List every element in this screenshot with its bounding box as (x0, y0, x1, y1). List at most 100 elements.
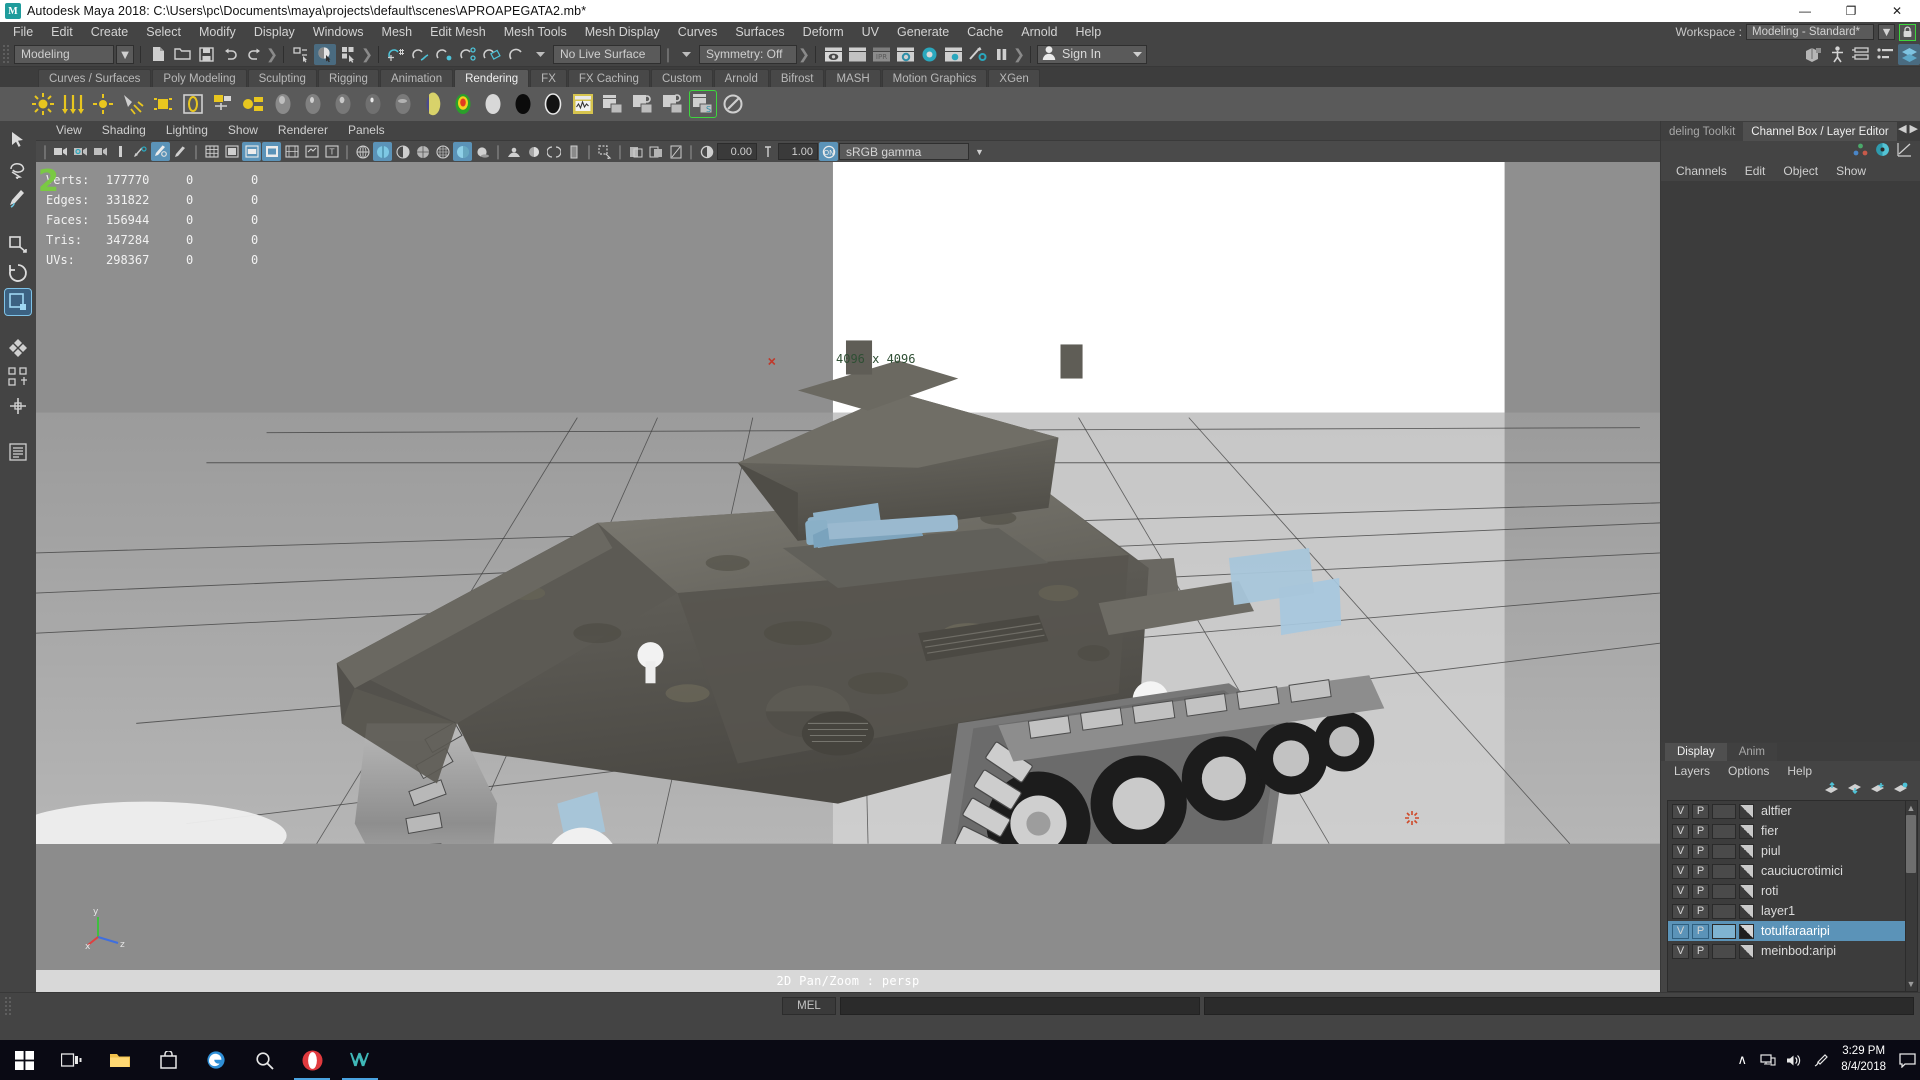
sign-in-button[interactable]: Sign In (1037, 45, 1147, 64)
move-tool-icon[interactable] (5, 231, 31, 257)
opera-icon[interactable] (288, 1040, 336, 1080)
snap-to-grid-icon[interactable] (385, 44, 407, 65)
ipr-render-icon[interactable]: IPR (870, 44, 892, 65)
grease-pencil-icon[interactable] (151, 142, 170, 161)
layer-playback-toggle[interactable]: P (1692, 824, 1709, 839)
shelf-tab-sculpting[interactable]: Sculpting (248, 69, 317, 87)
move-layer-up-icon[interactable] (1824, 782, 1839, 797)
grid-display-icon[interactable] (202, 142, 221, 161)
minimize-button[interactable]: — (1782, 0, 1828, 22)
panel-menu-view[interactable]: View (46, 121, 92, 140)
redo-render-icon[interactable] (846, 44, 868, 65)
shelf-tab-xgen[interactable]: XGen (988, 69, 1039, 87)
channelbox-menu-object[interactable]: Object (1774, 164, 1827, 178)
wireframe-shading-icon[interactable] (353, 142, 372, 161)
layer-name[interactable]: totulfaraaripi (1757, 924, 1830, 938)
exposure-icon[interactable] (697, 142, 716, 161)
layers-menu-help[interactable]: Help (1778, 764, 1821, 778)
layer-visibility-toggle[interactable]: V (1672, 924, 1689, 939)
menu-uv[interactable]: UV (853, 22, 888, 42)
layers-menu-options[interactable]: Options (1719, 764, 1778, 778)
layer-row-piul[interactable]: V P piul (1668, 841, 1917, 861)
layer-name[interactable]: layer1 (1757, 904, 1795, 918)
layer-shading-swatch-icon[interactable] (1739, 884, 1754, 899)
human-ik-icon[interactable] (1826, 44, 1848, 65)
tab-modeling-toolkit[interactable]: deling Toolkit (1661, 122, 1743, 141)
store-icon[interactable] (144, 1040, 192, 1080)
search-icon[interactable] (240, 1040, 288, 1080)
layer-visibility-toggle[interactable]: V (1672, 844, 1689, 859)
directional-light-icon[interactable] (60, 91, 86, 117)
snap-align-tool-icon[interactable] (5, 335, 31, 361)
pencil-icon[interactable] (171, 142, 190, 161)
close-button[interactable]: ✕ (1874, 0, 1920, 22)
layer-visibility-toggle[interactable]: V (1672, 884, 1689, 899)
shelf-tab-mash[interactable]: MASH (825, 69, 880, 87)
render-view-icon[interactable] (942, 44, 964, 65)
menu-create[interactable]: Create (82, 22, 138, 42)
shelf-tab-fx-caching[interactable]: FX Caching (568, 69, 650, 87)
layer-visibility-toggle[interactable]: V (1672, 864, 1689, 879)
snap-to-curve-icon[interactable] (409, 44, 431, 65)
layer-row-fier[interactable]: V P fier (1668, 821, 1917, 841)
layer-name[interactable]: piul (1757, 844, 1780, 858)
layer-row-totulfaraaripi[interactable]: V P totulfaraaripi (1668, 921, 1917, 941)
film-gate-icon[interactable] (222, 142, 241, 161)
render-settings-icon[interactable] (894, 44, 916, 65)
layers-menu-layers[interactable]: Layers (1665, 764, 1719, 778)
undo-icon[interactable] (219, 44, 241, 65)
snap-to-view-plane-icon[interactable] (481, 44, 503, 65)
pause-render-icon[interactable] (990, 44, 1012, 65)
graph-editor-icon[interactable] (1897, 142, 1912, 160)
layer-row-altfier[interactable]: V P altfier (1668, 801, 1917, 821)
layer-name[interactable]: cauciucrotimici (1757, 864, 1843, 878)
layer-name[interactable]: altfier (1757, 804, 1792, 818)
shelf-tab-poly-modeling[interactable]: Poly Modeling (152, 69, 246, 87)
scroll-down-icon[interactable]: ▼ (1906, 978, 1916, 990)
clock[interactable]: 3:29 PM 8/4/2018 (1833, 1040, 1894, 1080)
symmetry-chevron-icon[interactable] (675, 44, 697, 65)
menu-mesh-display[interactable]: Mesh Display (576, 22, 669, 42)
point-light-icon[interactable] (90, 91, 116, 117)
layer-shading-swatch-icon[interactable] (1739, 944, 1754, 959)
lasso-tool-icon[interactable] (5, 156, 31, 182)
image-plane-icon[interactable] (111, 142, 130, 161)
menu-deform[interactable]: Deform (794, 22, 853, 42)
chevron-down-icon[interactable]: ▼ (1878, 24, 1895, 40)
lock-icon[interactable] (1899, 24, 1916, 41)
attribute-editor-icon[interactable] (1850, 44, 1872, 65)
menu-edit[interactable]: Edit (42, 22, 82, 42)
ambient-light-icon[interactable] (30, 91, 56, 117)
menu-surfaces[interactable]: Surfaces (726, 22, 793, 42)
layer-row-meinbod-aripi[interactable]: V P meinbod:aripi (1668, 941, 1917, 961)
hypershade-window-icon[interactable] (570, 91, 596, 117)
tab-next-icon[interactable]: ▶ (1910, 122, 1918, 135)
layer-color-swatch[interactable] (1712, 884, 1736, 899)
spot-light-icon[interactable] (120, 91, 146, 117)
shelf-tab-bifrost[interactable]: Bifrost (770, 69, 825, 87)
bookmark-camera-icon[interactable] (91, 142, 110, 161)
task-view-icon[interactable] (48, 1040, 96, 1080)
layer-row-roti[interactable]: V P roti (1668, 881, 1917, 901)
volume-light-icon[interactable] (180, 91, 206, 117)
new-scene-icon[interactable] (147, 44, 169, 65)
volume-icon[interactable] (1781, 1040, 1807, 1080)
xray-active-components-icon[interactable] (666, 142, 685, 161)
save-scene-icon[interactable] (195, 44, 217, 65)
layer-shading-swatch-icon[interactable] (1739, 844, 1754, 859)
ramp-color-icon[interactable] (450, 91, 476, 117)
toggle-render-icon[interactable] (720, 91, 746, 117)
tab-anim-layers[interactable]: Anim (1727, 743, 1777, 761)
panel-menu-lighting[interactable]: Lighting (156, 121, 218, 140)
wireframe-on-shaded-icon[interactable] (413, 142, 432, 161)
layer-shading-swatch-icon[interactable] (1739, 804, 1754, 819)
channel-box-icon[interactable] (1898, 44, 1920, 65)
shelf-tab-fx[interactable]: FX (530, 69, 567, 87)
screen-space-ao-icon[interactable] (504, 142, 523, 161)
depth-peeling-icon[interactable] (564, 142, 583, 161)
tray-expand-chevron-icon[interactable]: ∧ (1729, 1040, 1755, 1080)
field-chart-icon[interactable] (282, 142, 301, 161)
layer-color-swatch[interactable] (1712, 904, 1736, 919)
render-current-frame-icon[interactable] (822, 44, 844, 65)
light-editor-icon[interactable] (966, 44, 988, 65)
